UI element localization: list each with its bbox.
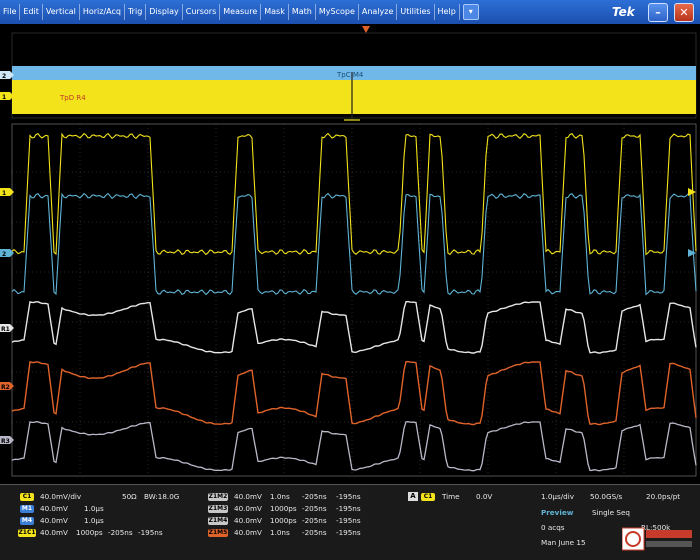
menu-edit[interactable]: Edit	[20, 4, 43, 20]
z1c1-pos: -205ns	[108, 528, 133, 537]
acq-mode: Single Seq	[592, 508, 630, 517]
menu-help[interactable]: Help	[435, 4, 460, 20]
c1-impedance: 50Ω	[122, 492, 137, 501]
trace-ch2-cyan	[11, 192, 697, 296]
menu-analyze[interactable]: Analyze	[359, 4, 398, 20]
badge-m1[interactable]: M1	[20, 505, 34, 513]
trigger-source-badge[interactable]: C1	[421, 493, 435, 501]
z1c1-scale: 40.0mV	[40, 528, 68, 537]
menu-myscope[interactable]: MyScope	[316, 4, 359, 20]
m4-scale: 40.0mV	[40, 516, 68, 525]
close-button[interactable]: ✕	[674, 3, 694, 22]
z1m3-time: 1000ps	[270, 504, 297, 513]
menu-mask[interactable]: Mask	[261, 4, 289, 20]
marker-ref1-label: R1	[1, 326, 10, 333]
watermark-icon	[621, 527, 692, 551]
z1c1-time: 1000ps	[76, 528, 103, 537]
marker-ch1-label: 1	[2, 190, 6, 197]
trace-ref2-orange	[11, 360, 697, 426]
trace-ref1-white	[11, 300, 697, 354]
trace-ref3-gray	[11, 420, 697, 472]
marker-bus-1-label: 1	[2, 94, 6, 101]
menu-horiz-acq[interactable]: Horiz/Acq	[80, 4, 125, 20]
m1-time: 1.0µs	[84, 504, 104, 513]
trigger-level: 0.0V	[476, 492, 493, 501]
readout-panel: C1 40.0mV/div 50Ω BW:18.0G M1 40.0mV 1.0…	[0, 484, 700, 560]
menu-vertical[interactable]: Vertical	[43, 4, 80, 20]
menu-file[interactable]: File	[0, 4, 21, 20]
z1c1-delay: -195ns	[138, 528, 163, 537]
badge-z1c1[interactable]: Z1C1	[18, 529, 36, 537]
z1m2-pos: -205ns	[302, 492, 327, 501]
c1-scale: 40.0mV/div	[40, 492, 82, 501]
badge-z1m4[interactable]: Z1M4	[208, 517, 228, 525]
horiz-scale: 1.0µs/div	[541, 492, 574, 501]
bus-label-yellow: TpD R4	[59, 94, 86, 102]
waveform-display[interactable]: TpC M4 TpD R4 2 1 1 2 R1 R2 R3	[0, 24, 700, 484]
z1m3-pos: -205ns	[302, 504, 327, 513]
menu-measure[interactable]: Measure	[220, 4, 262, 20]
bus-yellow-trace	[12, 80, 696, 114]
badge-z1m2[interactable]: Z1M2	[208, 493, 228, 501]
marker-ch2-label: 2	[2, 251, 6, 258]
menu-utilities[interactable]: Utilities	[397, 4, 435, 20]
menu-display[interactable]: Display	[146, 4, 183, 20]
graticule	[12, 124, 696, 474]
z1m4-scale: 40.0mV	[234, 516, 262, 525]
z1m5-time: 1.0ns	[270, 528, 290, 537]
z1m2-delay: -195ns	[336, 492, 361, 501]
z1m3-delay: -195ns	[336, 504, 361, 513]
acq-state: Preview	[541, 508, 574, 517]
z1m3-scale: 40.0mV	[234, 504, 262, 513]
menu: File Edit Vertical Horiz/Acq Trig Displa…	[0, 0, 479, 24]
trigger-label: Time	[442, 492, 460, 501]
m1-scale: 40.0mV	[40, 504, 68, 513]
c1-bandwidth: BW:18.0G	[144, 492, 180, 501]
marker-ref2-label: R2	[1, 384, 10, 391]
menu-cursors[interactable]: Cursors	[183, 4, 221, 20]
menu-bar: File Edit Vertical Horiz/Acq Trig Displa…	[0, 0, 700, 25]
z1m5-delay: -195ns	[336, 528, 361, 537]
z1m5-scale: 40.0mV	[234, 528, 262, 537]
date: Man June 15	[541, 538, 586, 547]
sample-rate: 50.0GS/s	[590, 492, 623, 501]
marker-bus-2-label: 2	[2, 73, 6, 80]
badge-c1[interactable]: C1	[20, 493, 34, 501]
bus-label-top: TpC M4	[336, 71, 364, 79]
m4-time: 1.0µs	[84, 516, 104, 525]
menu-trig[interactable]: Trig	[125, 4, 147, 20]
menu-math[interactable]: Math	[289, 4, 316, 20]
trace-ch1-yellow	[11, 132, 697, 256]
z1m2-scale: 40.0mV	[234, 492, 262, 501]
marker-ref3-label: R3	[1, 438, 10, 445]
resolution: 20.0ps/pt	[646, 492, 681, 501]
z1m4-pos: -205ns	[302, 516, 327, 525]
z1m4-delay: -195ns	[336, 516, 361, 525]
acq-count: 0 acqs	[541, 523, 565, 532]
z1m5-pos: -205ns	[302, 528, 327, 537]
waveform-svg: TpC M4 TpD R4 2 1 1 2 R1 R2 R3	[0, 26, 697, 477]
trigger-a-button[interactable]: A	[408, 492, 418, 501]
z1m2-time: 1.0ns	[270, 492, 290, 501]
badge-z1m3[interactable]: Z1M3	[208, 505, 228, 513]
watermark-logo	[621, 527, 694, 553]
brand-logo: Tek	[612, 5, 635, 19]
menu-dropdown-button[interactable]: ▾	[462, 4, 479, 20]
trigger-position-icon[interactable]	[362, 26, 370, 33]
badge-m4[interactable]: M4	[20, 517, 34, 525]
right-marker-ch2-icon[interactable]	[688, 249, 696, 257]
badge-z1m5[interactable]: Z1M5	[208, 529, 228, 537]
minimize-button[interactable]: –	[648, 3, 668, 22]
z1m4-time: 1000ps	[270, 516, 297, 525]
right-marker-ch1-icon[interactable]	[688, 188, 696, 196]
